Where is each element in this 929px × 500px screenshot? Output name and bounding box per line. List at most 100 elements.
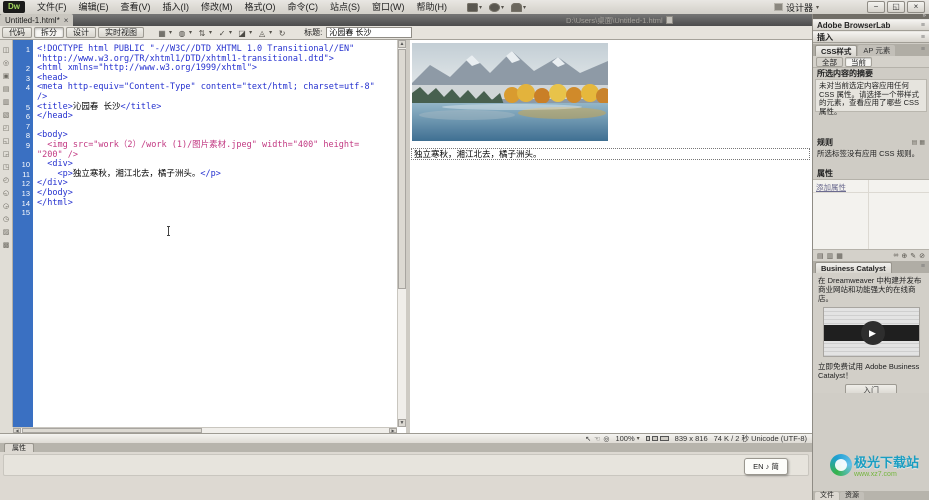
syntax-error-alerts-icon[interactable]: ◳ <box>1 163 11 173</box>
code-line[interactable]: <img src="work（2）/work (1)/图片素材.jpeg" wi… <box>37 141 397 151</box>
design-paragraph[interactable]: 独立寒秋，湘江北去，橘子洲头。 <box>411 148 810 160</box>
wrap-tag-icon[interactable]: ◶ <box>1 202 11 212</box>
tab-assets[interactable]: 资源 <box>840 492 864 500</box>
format-source-code-icon[interactable]: ▩ <box>1 241 11 251</box>
phone-size-icon[interactable] <box>646 436 650 441</box>
add-property-link[interactable]: 添加属性 <box>816 182 846 193</box>
refresh-design-view-icon[interactable]: ↻ <box>276 27 288 38</box>
code-line[interactable]: </div> <box>37 179 397 189</box>
preview-in-browser-icon[interactable]: ◍▾ <box>176 27 192 38</box>
cs-live-button[interactable]: ▾ <box>511 3 526 12</box>
remove-comment-icon[interactable]: ◵ <box>1 189 11 199</box>
landscape-image[interactable] <box>412 43 608 141</box>
line-numbers-icon[interactable]: ◱ <box>1 137 11 147</box>
panel-menu-icon[interactable]: ≡ <box>921 263 925 270</box>
insert-panel-header[interactable]: 插入 ≡ <box>813 31 929 43</box>
menu-item[interactable]: 修改(M) <box>195 0 239 14</box>
panel-menu-icon[interactable]: ≡ <box>921 22 925 29</box>
restore-button[interactable]: ◱ <box>887 1 905 13</box>
live-view-button[interactable]: 实时视图 <box>98 27 144 38</box>
play-icon[interactable]: ▶ <box>861 321 885 345</box>
expand-all-icon[interactable]: ▥ <box>1 98 11 108</box>
bc-video-thumbnail[interactable]: ▶ <box>823 307 920 357</box>
code-line[interactable]: </body> <box>37 189 397 199</box>
code-vertical-scrollbar[interactable]: ▲ ▼ <box>397 40 406 427</box>
css-current-button[interactable]: 当前 <box>845 57 872 67</box>
tab-files[interactable]: 文件 <box>815 492 839 500</box>
menu-item[interactable]: 插入(I) <box>157 0 196 14</box>
tab-close-icon[interactable]: × <box>64 16 69 25</box>
code-line[interactable]: </html> <box>37 199 397 209</box>
show-summary-icon[interactable]: ▦ <box>919 138 925 148</box>
collapse-selection-icon[interactable]: ▤ <box>1 85 11 95</box>
zoom-tool-icon[interactable]: ◎ <box>603 435 609 443</box>
scrollbar-thumb[interactable] <box>398 49 406 289</box>
menu-item[interactable]: 编辑(E) <box>73 0 115 14</box>
show-category-view-icon[interactable]: ▤ <box>817 252 824 260</box>
balance-braces-icon[interactable]: ◰ <box>1 124 11 134</box>
apply-comment-icon[interactable]: ◴ <box>1 176 11 186</box>
move-css-rule-icon[interactable]: ▨ <box>1 228 11 238</box>
w3c-validation-icon[interactable]: ✓▾ <box>216 27 232 38</box>
document-title-input[interactable] <box>326 27 412 38</box>
check-browser-compat-icon[interactable]: ◪▾ <box>236 27 252 38</box>
multiscreen-preview-icon[interactable]: ▦▾ <box>156 27 172 38</box>
code-line[interactable]: <html xmlns="http://www.w3.org/1999/xhtm… <box>37 64 397 74</box>
select-parent-tag-icon[interactable]: ▧ <box>1 111 11 121</box>
file-management-icon[interactable]: ⇅▾ <box>196 27 212 38</box>
menu-item[interactable]: 查看(V) <box>115 0 157 14</box>
code-editor[interactable]: <!DOCTYPE html PUBLIC "-//W3C//DTD XHTML… <box>33 40 397 427</box>
extensions-menu-button[interactable]: ▾ <box>467 3 482 12</box>
code-line[interactable]: <meta http-equiv="Content-Type" content=… <box>37 83 397 93</box>
menu-item[interactable]: 格式(O) <box>239 0 282 14</box>
design-view-button[interactable]: 设计 <box>66 27 96 38</box>
attach-stylesheet-icon[interactable]: ∞ <box>893 252 898 260</box>
scroll-up-icon[interactable]: ▲ <box>398 40 406 48</box>
workspace-switcher[interactable]: 设计器 ▾ <box>774 0 819 14</box>
tablet-size-icon[interactable] <box>652 436 658 441</box>
close-button[interactable]: × <box>907 1 925 13</box>
code-line[interactable] <box>37 208 397 218</box>
split-view-button[interactable]: 拆分 <box>34 27 64 38</box>
code-line[interactable]: <title>沁园春 长沙</title> <box>37 103 397 113</box>
code-line[interactable]: "200" /> <box>37 151 397 161</box>
zoom-level-select[interactable]: 100% ▾ <box>615 434 639 443</box>
tab-business-catalyst[interactable]: Business Catalyst <box>815 262 892 273</box>
delete-css-rule-icon[interactable]: ⊘ <box>919 252 925 260</box>
panel-menu-icon[interactable]: ≡ <box>921 46 925 53</box>
css-all-button[interactable]: 全部 <box>816 57 843 67</box>
code-line[interactable]: </head> <box>37 112 397 122</box>
minimize-button[interactable]: − <box>867 1 885 13</box>
edit-style-icon[interactable]: ✎ <box>910 252 916 260</box>
open-documents-icon[interactable]: ◫ <box>1 46 11 56</box>
panel-menu-icon[interactable]: ≡ <box>921 34 925 41</box>
browserlab-panel-header[interactable]: Adobe BrowserLab ≡ <box>813 19 929 31</box>
show-cascade-icon[interactable]: ▤ <box>912 138 918 148</box>
menu-item[interactable]: 帮助(H) <box>411 0 454 14</box>
design-view[interactable]: 独立寒秋，湘江北去，橘子洲头。 <box>410 40 812 433</box>
collapse-full-tag-icon[interactable]: ▣ <box>1 72 11 82</box>
select-tool-icon[interactable]: ↖ <box>585 435 591 443</box>
desktop-size-icon[interactable] <box>660 436 669 441</box>
hand-tool-icon[interactable]: ☜ <box>594 435 600 443</box>
code-view-button[interactable]: 代码 <box>2 27 32 38</box>
scroll-down-icon[interactable]: ▼ <box>398 419 406 427</box>
menu-item[interactable]: 窗口(W) <box>366 0 411 14</box>
window-size-value[interactable]: 839 x 816 <box>675 434 708 443</box>
visual-aids-icon[interactable]: ◬▾ <box>256 27 272 38</box>
property-inspector-tab[interactable]: 属性 <box>4 443 34 452</box>
language-bar[interactable]: EN ♪ 简 <box>744 458 788 475</box>
tab-ap-elements[interactable]: AP 元素 <box>858 45 895 56</box>
document-tab[interactable]: Untitled-1.html* × <box>0 14 73 26</box>
new-css-rule-icon[interactable]: ⊕ <box>901 252 907 260</box>
tab-css-styles[interactable]: CSS样式 <box>815 45 857 56</box>
sync-settings-button[interactable]: ▾ <box>489 3 504 12</box>
show-set-properties-icon[interactable]: ▦ <box>836 252 843 260</box>
highlight-invalid-code-icon[interactable]: ◲ <box>1 150 11 160</box>
menu-item[interactable]: 文件(F) <box>31 0 73 14</box>
show-code-navigator-icon[interactable]: ◎ <box>1 59 11 69</box>
show-list-view-icon[interactable]: ▥ <box>827 252 834 260</box>
menu-item[interactable]: 站点(S) <box>324 0 366 14</box>
recent-snippets-icon[interactable]: ◷ <box>1 215 11 225</box>
code-line[interactable]: <p>独立寒秋，湘江北去，橘子洲头。</p> <box>37 170 397 180</box>
